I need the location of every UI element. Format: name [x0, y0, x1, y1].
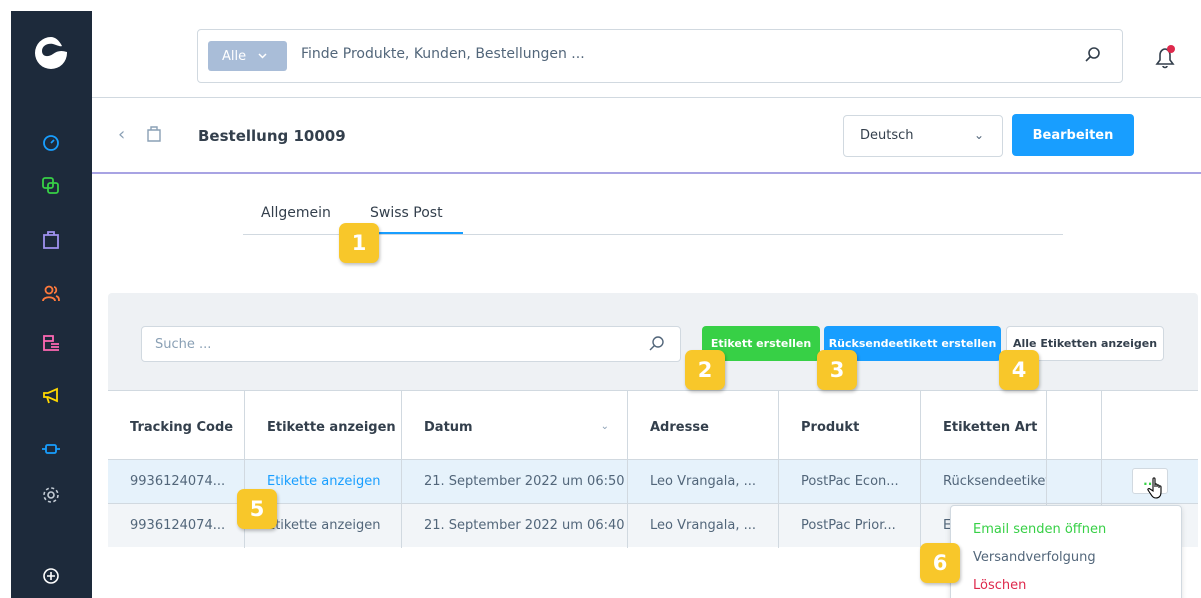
sort-icon[interactable]: ⌄ [601, 421, 609, 432]
extensions-icon[interactable] [40, 438, 62, 460]
date-cell: 21. September 2022 um 06:50 [402, 460, 628, 504]
menu-item-delete[interactable]: Löschen [973, 578, 1026, 593]
chevron-down-icon [258, 53, 267, 59]
search-type-select[interactable]: Alle [208, 41, 287, 71]
language-value: Deutsch [860, 128, 914, 143]
column-header-label: Datum [424, 420, 473, 435]
search-icon[interactable] [648, 335, 666, 353]
column-header[interactable]: Etiketten Art [921, 391, 1047, 459]
customers-icon[interactable] [40, 283, 62, 305]
view-label-link[interactable]: Etikette anzeigen [267, 474, 380, 489]
language-select[interactable]: Deutsch ⌄ [843, 115, 1003, 157]
tracking-code-cell: 9936124074... [108, 504, 245, 548]
page-title: Bestellung 10009 [198, 127, 346, 145]
product-cell: PostPac Prior... [779, 504, 921, 548]
callout-badge: 2 [685, 350, 725, 390]
catalogue-icon[interactable] [40, 175, 62, 197]
view-label-link[interactable]: Etikette anzeigen [267, 518, 380, 533]
column-header[interactable]: Etikette anzeigen [245, 391, 402, 459]
callout-badge: 6 [920, 543, 960, 583]
label-search-input[interactable]: Suche ... [141, 326, 681, 362]
chevron-down-icon: ⌄ [973, 128, 984, 142]
empty-cell [1047, 460, 1102, 504]
address-cell: Leo Vrangala, ... [628, 504, 779, 548]
search-icon[interactable] [1084, 46, 1102, 64]
callout-badge: 5 [237, 489, 277, 529]
settings-icon[interactable] [40, 484, 62, 506]
menu-item-tracking[interactable]: Versandverfolgung [973, 550, 1096, 565]
column-header[interactable]: Produkt [779, 391, 921, 459]
sidebar [11, 11, 92, 598]
hand-cursor-icon [1147, 477, 1162, 499]
global-search-bar: Alle Finde Produkte, Kunden, Bestellunge… [92, 0, 1201, 98]
callout-badge: 4 [999, 350, 1039, 390]
column-header-sortable[interactable]: Datum ⌄ [402, 391, 628, 459]
tracking-code-cell: 9936124074... [108, 460, 245, 504]
search-type-label: Alle [222, 48, 247, 64]
orders-icon [147, 126, 161, 142]
notification-bell-icon[interactable] [1152, 44, 1178, 70]
edit-button[interactable]: Bearbeiten [1012, 114, 1134, 156]
shopware-logo[interactable] [33, 35, 69, 71]
tab-swiss-post[interactable]: Swiss Post [370, 205, 443, 221]
orders-icon[interactable] [40, 229, 62, 251]
search-input[interactable]: Finde Produkte, Kunden, Bestellungen ... [301, 46, 585, 62]
label-search-placeholder: Suche ... [155, 337, 212, 352]
add-icon[interactable] [40, 565, 62, 587]
date-cell: 21. September 2022 um 06:40 [402, 504, 628, 548]
page-header: ‹ Bestellung 10009 Deutsch ⌄ Bearbeiten [92, 98, 1201, 174]
callout-badge: 3 [817, 350, 857, 390]
product-cell: PostPac Econ... [779, 460, 921, 504]
row-context-menu: Email senden öffnen Versandverfolgung Lö… [950, 505, 1182, 598]
column-header[interactable]: Adresse [628, 391, 779, 459]
tab-general[interactable]: Allgemein [261, 205, 331, 221]
label-type-cell: Rücksendeetikett [921, 460, 1047, 504]
column-header-empty [1047, 391, 1102, 459]
search-field[interactable]: Alle Finde Produkte, Kunden, Bestellunge… [197, 29, 1123, 83]
marketing-icon[interactable] [40, 385, 62, 407]
menu-item-open-email[interactable]: Email senden öffnen [973, 522, 1106, 537]
back-icon[interactable]: ‹ [118, 124, 125, 145]
column-header[interactable]: Tracking Code [108, 391, 245, 459]
address-cell: Leo Vrangala, ... [628, 460, 779, 504]
dashboard-icon[interactable] [40, 132, 62, 154]
callout-badge: 1 [339, 223, 379, 263]
content-icon[interactable] [40, 332, 62, 354]
